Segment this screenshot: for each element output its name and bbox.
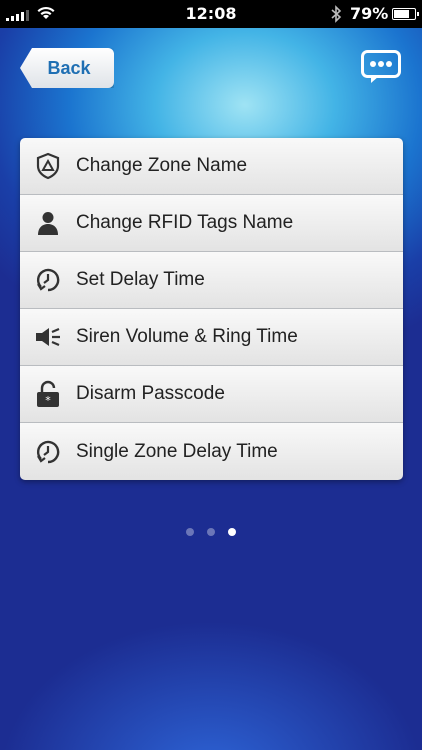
speaker-icon bbox=[20, 309, 76, 366]
unlock-icon: * bbox=[20, 366, 76, 423]
menu-item-single-zone-delay-time[interactable]: Single Zone Delay Time bbox=[20, 423, 403, 480]
battery-percent: 79% bbox=[350, 4, 389, 23]
menu-item-set-delay-time[interactable]: Set Delay Time bbox=[20, 252, 403, 309]
menu-item-change-rfid-tags-name[interactable]: Change RFID Tags Name bbox=[20, 195, 403, 252]
page-dot[interactable] bbox=[228, 528, 236, 536]
menu-item-label: Change RFID Tags Name bbox=[76, 212, 294, 233]
svg-text:*: * bbox=[45, 394, 51, 407]
menu-item-label: Disarm Passcode bbox=[76, 383, 225, 404]
menu-item-change-zone-name[interactable]: Change Zone Name bbox=[20, 138, 403, 195]
person-icon bbox=[20, 195, 76, 252]
chat-bubble-icon[interactable] bbox=[361, 50, 401, 84]
settings-menu: Change Zone Name Change RFID Tags Name S… bbox=[20, 138, 403, 480]
back-button-label: Back bbox=[47, 57, 91, 78]
page-dot[interactable] bbox=[186, 528, 194, 536]
zone-shield-icon bbox=[20, 138, 76, 195]
clock-timer-icon bbox=[20, 252, 76, 309]
menu-item-label: Siren Volume & Ring Time bbox=[76, 326, 298, 347]
clock-timer-icon bbox=[20, 423, 76, 480]
menu-item-label: Single Zone Delay Time bbox=[76, 440, 278, 462]
back-button[interactable]: Back bbox=[20, 48, 114, 88]
menu-item-disarm-passcode[interactable]: * Disarm Passcode bbox=[20, 366, 403, 423]
battery-icon bbox=[392, 8, 419, 20]
menu-item-label: Change Zone Name bbox=[76, 155, 248, 176]
menu-item-siren-volume-ring-time[interactable]: Siren Volume & Ring Time bbox=[20, 309, 403, 366]
page-dot[interactable] bbox=[207, 528, 215, 536]
bluetooth-icon bbox=[331, 5, 342, 23]
menu-item-label: Set Delay Time bbox=[76, 269, 205, 290]
page-indicator[interactable] bbox=[0, 528, 422, 536]
status-bar: 12:08 79% bbox=[0, 0, 422, 28]
